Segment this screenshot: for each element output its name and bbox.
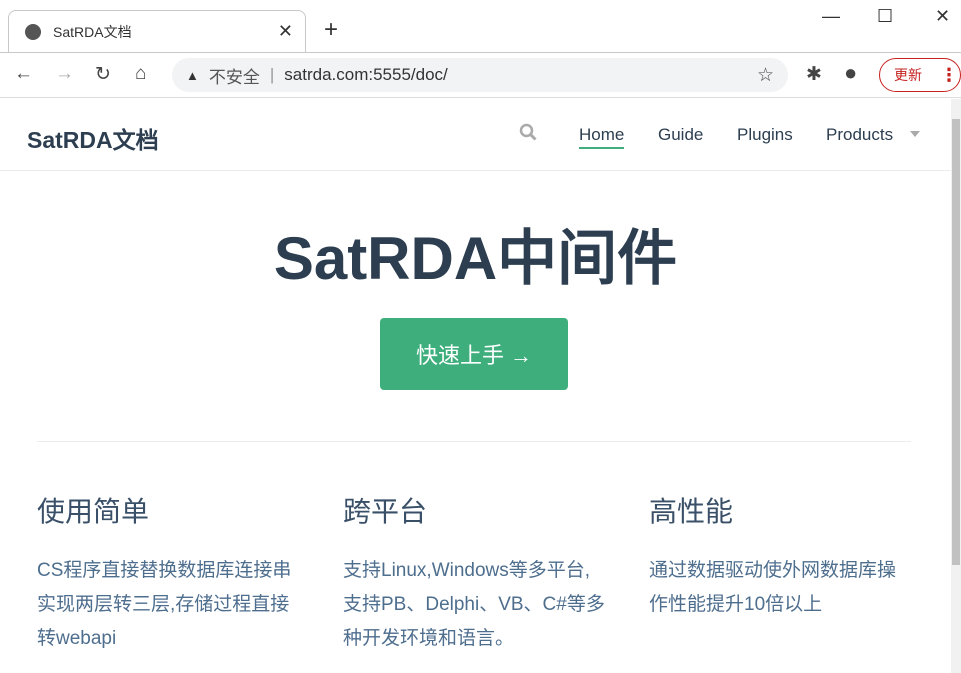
- update-button[interactable]: 更新 ⋮: [879, 58, 961, 92]
- security-warning: 不安全: [208, 67, 260, 87]
- scrollbar-thumb[interactable]: [952, 119, 960, 565]
- feature-cross-platform: 跨平台 支持Linux,Windows等多平台,支持PB、Delphi、VB、C…: [343, 490, 605, 656]
- update-label: 更新: [894, 67, 922, 83]
- nav-home[interactable]: Home: [579, 125, 625, 149]
- menu-icon[interactable]: ⋮: [940, 65, 958, 86]
- home-icon[interactable]: ⌂: [135, 63, 146, 85]
- hero-title: SatRDA中间件: [273, 225, 678, 292]
- star-icon[interactable]: ☆: [757, 64, 774, 87]
- extensions-icon[interactable]: ✱: [806, 63, 822, 86]
- browser-toolbar: ← → ↻ ⌂ ▲ 不安全 | satrda.com:5555/doc/ ☆ ✱…: [0, 53, 961, 98]
- chevron-down-icon[interactable]: [910, 131, 920, 137]
- divider: |: [269, 65, 275, 84]
- feature-desc: 支持Linux,Windows等多平台,支持PB、Delphi、VB、C#等多种…: [343, 560, 605, 649]
- feature-title: 跨平台: [343, 496, 428, 527]
- reload-icon[interactable]: ↻: [95, 63, 111, 86]
- tab-title: SatRDA文档: [53, 24, 132, 40]
- window-close-icon[interactable]: ✕: [935, 6, 950, 27]
- profile-icon[interactable]: ●: [844, 60, 857, 86]
- nav-products[interactable]: Products: [826, 125, 893, 145]
- close-icon[interactable]: ✕: [278, 21, 293, 42]
- nav-guide[interactable]: Guide: [658, 125, 703, 145]
- plus-icon[interactable]: +: [324, 16, 338, 44]
- tab-bar: SatRDA文档 ✕ + — ☐ ✕: [0, 0, 961, 53]
- back-icon[interactable]: ←: [14, 63, 33, 85]
- feature-easy: 使用简单 CS程序直接替换数据库连接串实现两层转三层,存储过程直接转webapi: [37, 490, 299, 656]
- feature-title: 使用简单: [37, 496, 150, 527]
- maximize-icon[interactable]: ☐: [877, 6, 893, 27]
- site-navbar: SatRDA文档 Home Guide Plugins Products: [0, 99, 951, 171]
- feature-desc: 通过数据驱动使外网数据库操作性能提升10倍以上: [649, 560, 897, 615]
- search-icon[interactable]: [519, 123, 537, 141]
- feature-performance: 高性能 通过数据驱动使外网数据库操作性能提升10倍以上: [649, 490, 911, 622]
- site-brand[interactable]: SatRDA文档: [27, 121, 159, 155]
- address-bar[interactable]: ▲ 不安全 | satrda.com:5555/doc/ ☆: [172, 58, 788, 92]
- globe-icon: [25, 24, 41, 40]
- nav-plugins[interactable]: Plugins: [737, 125, 793, 145]
- get-started-button[interactable]: 快速上手 →: [380, 318, 568, 390]
- feature-desc: CS程序直接替换数据库连接串实现两层转三层,存储过程直接转webapi: [37, 560, 292, 649]
- forward-icon[interactable]: →: [55, 63, 74, 85]
- feature-title: 高性能: [649, 496, 734, 527]
- minimize-icon[interactable]: —: [822, 6, 840, 27]
- browser-tab[interactable]: SatRDA文档 ✕: [8, 10, 306, 53]
- scrollbar[interactable]: [951, 99, 961, 673]
- url-text: satrda.com:5555/doc/: [284, 65, 448, 84]
- warning-icon: ▲: [186, 67, 199, 83]
- divider: [37, 441, 911, 442]
